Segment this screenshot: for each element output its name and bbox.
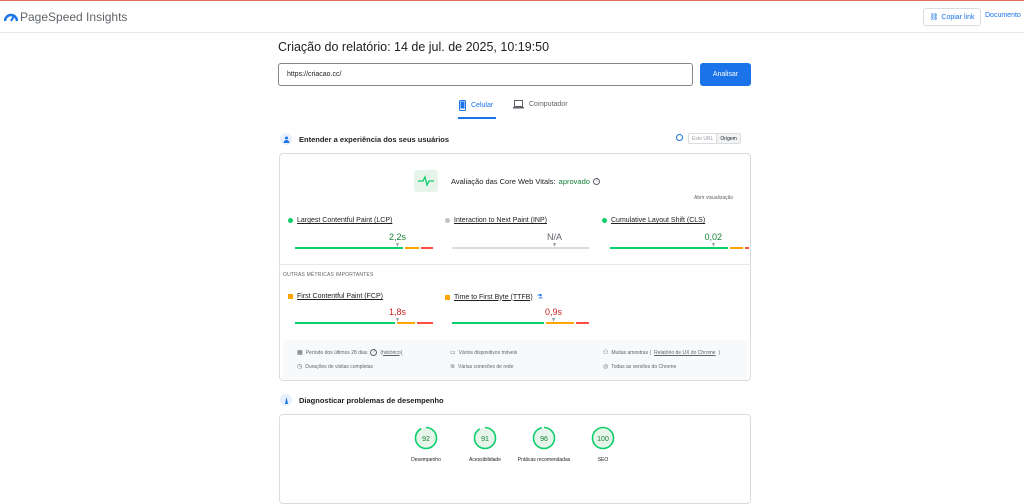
status-dot xyxy=(288,218,293,223)
experimental-icon: ⚗ xyxy=(536,294,543,301)
status-square xyxy=(288,294,293,299)
footer-network: ≋ Várias conexões de rede xyxy=(450,363,514,371)
open-visualization-link[interactable]: Abrir visualização xyxy=(694,195,733,201)
chrome-icon: ◎ xyxy=(603,364,609,370)
status-dot xyxy=(445,218,450,223)
footer-visits: ◷ Durações de visitas completas xyxy=(297,363,374,371)
metric-cls[interactable]: Cumulative Layout Shift (CLS) xyxy=(602,217,705,224)
footer-period: ▦ Período dos últimos 28 dias ? (históri… xyxy=(297,349,402,356)
toggle-origin[interactable]: Origem xyxy=(716,134,740,143)
core-web-vitals-icon xyxy=(414,170,438,192)
score-label-seo: SEO xyxy=(597,457,609,463)
analyze-button[interactable]: Analisar xyxy=(700,63,751,86)
score-value: 91 xyxy=(481,436,489,443)
brand-title: PageSpeed Insights xyxy=(20,10,128,24)
pagespeed-logo-icon xyxy=(4,13,18,22)
metric-ttfb[interactable]: Time to First Byte (TTFB) ⚗ xyxy=(445,293,543,301)
timer-icon: ◷ xyxy=(297,364,303,370)
tab-desktop-label: Computador xyxy=(529,101,568,108)
help-icon[interactable]: ? xyxy=(370,349,378,356)
score-label-performance: Desempenho xyxy=(411,457,441,463)
copy-link-label: Copiar link xyxy=(941,13,975,21)
diagnose-heading: Diagnosticar problemas de desempenho xyxy=(280,394,444,406)
url-input[interactable]: https://criacao.cc/ xyxy=(278,63,693,86)
active-tab-indicator xyxy=(458,117,496,119)
copy-link-button[interactable]: ⛓ Copiar link xyxy=(923,8,981,26)
footer-chrome-text: Todas as versões do Chrome xyxy=(611,363,677,370)
metric-inp-value: N/A xyxy=(546,232,562,242)
cwv-label: Avaliação das Core Web Vitals: xyxy=(451,177,556,186)
tab-mobile[interactable]: Celular xyxy=(459,100,493,111)
users-icon xyxy=(280,133,292,145)
help-icon[interactable]: ? xyxy=(592,178,600,185)
score-value: 100 xyxy=(597,436,609,443)
metric-fcp[interactable]: First Contentful Paint (FCP) xyxy=(288,293,383,300)
other-metrics-title: OUTRAS MÉTRICAS IMPORTANTES xyxy=(283,272,374,278)
people-icon: ⚇ xyxy=(603,350,609,356)
metric-fcp-distribution xyxy=(295,322,433,324)
report-title: Criação do relatório: 14 de jul. de 2025… xyxy=(278,40,550,54)
metric-lcp-distribution xyxy=(295,247,433,249)
score-label-best-practices: Práticas recomendadas xyxy=(517,457,571,463)
footer-devices-text: Vários dispositivos móveis xyxy=(458,349,518,356)
metric-fcp-value: 1,8s xyxy=(388,307,406,317)
tab-desktop[interactable]: Computador xyxy=(513,100,568,109)
score-value: 92 xyxy=(422,436,430,443)
metric-inp-name: Interaction to Next Paint (INP) xyxy=(454,217,547,224)
footer-period-text: Período dos últimos 28 dias xyxy=(305,349,368,356)
calendar-icon: ▦ xyxy=(297,350,303,356)
experience-heading-text: Entender a experiência dos seus usuários xyxy=(299,134,450,144)
info-icon[interactable] xyxy=(676,134,683,141)
diagnose-heading-text: Diagnosticar problemas de desempenho xyxy=(299,395,444,405)
docs-link[interactable]: Documento xyxy=(985,12,1021,19)
toggle-this-url[interactable]: Este URL xyxy=(689,134,716,143)
score-gauge-best-practices[interactable]: 96 xyxy=(532,426,556,450)
metric-cls-value: 0,02 xyxy=(704,232,722,242)
phone-icon xyxy=(459,100,466,111)
data-source-footer xyxy=(283,340,747,380)
score-gauge-performance[interactable]: 92 xyxy=(414,426,438,450)
history-link[interactable]: (histórico) xyxy=(380,350,402,356)
metric-ttfb-distribution xyxy=(452,322,589,324)
metric-fcp-name: First Contentful Paint (FCP) xyxy=(297,293,383,300)
metric-cls-name: Cumulative Layout Shift (CLS) xyxy=(611,217,706,224)
footer-samples-prefix: Muitas amostras ( xyxy=(611,349,652,356)
url-origin-toggle[interactable]: Este URL Origem xyxy=(688,133,741,144)
footer-network-text: Várias conexões de rede xyxy=(458,363,514,370)
footer-devices: ▭ Vários dispositivos móveis xyxy=(450,349,518,357)
score-gauge-seo[interactable]: 100 xyxy=(591,426,615,450)
score-label-accessibility: Acessibilidade xyxy=(469,457,501,463)
top-header: PageSpeed Insights ⛓ Copiar link Documen… xyxy=(0,1,1024,33)
metric-inp-distribution xyxy=(452,247,589,249)
metric-inp[interactable]: Interaction to Next Paint (INP) xyxy=(445,217,547,224)
metric-lcp[interactable]: Largest Contentful Paint (LCP) xyxy=(288,217,392,224)
status-square xyxy=(445,294,450,300)
metric-cls-distribution xyxy=(610,247,749,249)
footer-visits-text: Durações de visitas completas xyxy=(305,363,374,370)
tab-mobile-label: Celular xyxy=(471,102,494,109)
crux-report-link[interactable]: Relatório de UX do Chrome xyxy=(654,350,715,356)
experience-heading: Entender a experiência dos seus usuários xyxy=(280,133,449,145)
score-gauge-accessibility[interactable]: 91 xyxy=(473,426,497,450)
devices-icon: ▭ xyxy=(450,350,456,356)
metric-ttfb-value: 0,9s xyxy=(544,307,562,317)
cwv-status: aprovado xyxy=(558,177,590,186)
laptop-icon xyxy=(513,100,524,109)
lighthouse-icon xyxy=(280,394,292,406)
metric-ttfb-name: Time to First Byte (TTFB) xyxy=(454,293,533,301)
wifi-icon: ≋ xyxy=(450,364,456,370)
footer-chrome: ◎ Todas as versões do Chrome xyxy=(603,363,677,371)
score-value: 96 xyxy=(540,436,548,443)
metric-lcp-name: Largest Contentful Paint (LCP) xyxy=(297,217,393,224)
metric-lcp-value: 2,2s xyxy=(388,232,406,242)
status-dot xyxy=(602,218,607,223)
cwv-assessment: Avaliação das Core Web Vitals: aprovado … xyxy=(451,177,600,186)
footer-samples: ⚇ Muitas amostras (Relatório de UX do Ch… xyxy=(603,349,721,357)
footer-samples-suffix: ) xyxy=(718,349,721,356)
metrics-divider xyxy=(279,264,751,265)
link-icon: ⛓ xyxy=(929,14,939,21)
